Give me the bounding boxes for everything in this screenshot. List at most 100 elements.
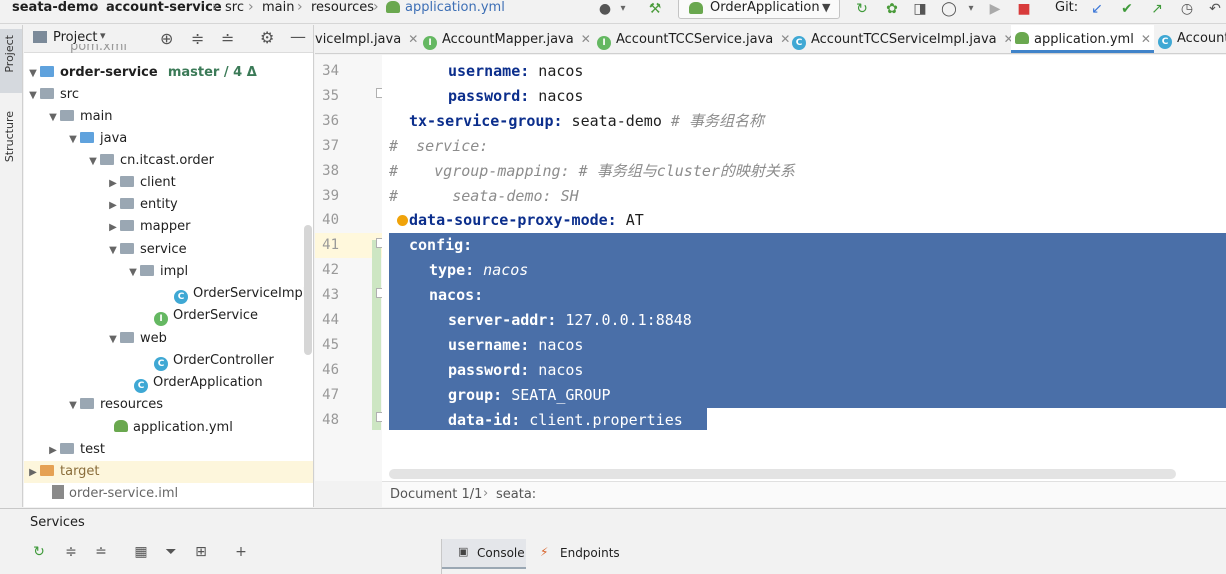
code-line-46[interactable]: password: nacos — [448, 358, 583, 383]
breadcrumb-key[interactable]: seata: — [496, 487, 536, 502]
tree-item-iml[interactable]: order-service.iml — [52, 483, 178, 505]
push-icon[interactable]: ↗ — [1148, 1, 1166, 17]
chevron-right-icon[interactable]: ▶ — [106, 195, 120, 217]
horizontal-scrollbar[interactable] — [389, 469, 1176, 479]
hide-panel-icon[interactable]: — — [290, 27, 306, 46]
tree-item-entity[interactable]: ▶ entity — [106, 194, 178, 216]
tree-item-orderapplication[interactable]: C OrderApplication — [134, 372, 263, 394]
project-tool-tab[interactable]: Project — [0, 29, 22, 93]
tree-item-order-service[interactable]: ▼ order-service master / 4 Δ — [26, 62, 257, 84]
group-by-icon[interactable]: ▦ — [132, 543, 150, 561]
chevron-right-icon[interactable]: ▶ — [106, 173, 120, 195]
tree-item-client[interactable]: ▶ client — [106, 172, 176, 194]
chevron-down-icon[interactable]: ▾ — [614, 1, 632, 17]
code-line-45[interactable]: username: nacos — [448, 333, 583, 358]
breadcrumb-module[interactable]: account-service — [106, 0, 222, 22]
vcs-added-marker[interactable] — [372, 240, 381, 430]
run-configuration-select[interactable]: OrderApplication ▼ — [678, 0, 840, 19]
chevron-down-icon[interactable]: ▼ — [26, 85, 40, 107]
run-icon[interactable]: ▶ — [986, 1, 1004, 17]
chevron-down-icon[interactable]: ▼ — [26, 63, 40, 85]
tab-accounttccservice[interactable]: I AccountTCCService.java ✕ — [597, 25, 790, 53]
gear-icon[interactable]: ⚙ — [260, 28, 274, 47]
hammer-build-icon[interactable]: ⚒ — [646, 1, 664, 17]
code-line-47[interactable]: group: SEATA_GROUP — [448, 383, 611, 408]
chevron-down-icon[interactable]: ▾ — [100, 29, 106, 42]
tree-item-application-yml[interactable]: application.yml — [114, 417, 233, 439]
tree-item-orderserviceimpl[interactable]: C OrderServiceImpl — [174, 283, 306, 305]
tree-item-main[interactable]: ▼ main — [46, 106, 112, 128]
chevron-down-icon[interactable]: ▼ — [66, 129, 80, 151]
code-line-36[interactable]: tx-service-group: seata-demo # 事务组名称 — [409, 109, 764, 134]
code-line-38[interactable]: # vgroup-mapping: # 事务组与cluster的映射关系 — [389, 159, 795, 184]
tree-item-pom[interactable]: pom.xml — [70, 44, 127, 56]
chevron-down-icon[interactable]: ▼ — [106, 329, 120, 351]
tab-accountmapper[interactable]: I AccountMapper.java ✕ — [423, 25, 593, 53]
code-line-48[interactable]: data-id: client.properties — [448, 408, 683, 433]
tab-application-yml[interactable]: application.yml ✕ — [1011, 25, 1154, 53]
tree-item-mapper[interactable]: ▶ mapper — [106, 216, 190, 238]
tree-item-impl[interactable]: ▼ impl — [126, 261, 188, 283]
tree-item-target[interactable]: ▶ target — [24, 461, 313, 484]
update-project-icon[interactable]: ↙ — [1088, 1, 1106, 17]
coverage-icon[interactable]: ◨ — [911, 1, 929, 17]
chevron-right-icon[interactable]: ▶ — [26, 462, 40, 484]
refresh-icon[interactable]: ↻ — [30, 543, 48, 561]
expand-all-icon[interactable]: ≑ — [191, 29, 204, 48]
user-icon[interactable]: ● — [596, 1, 614, 17]
tree-item-package[interactable]: ▼ cn.itcast.order — [86, 150, 214, 172]
tree-item-src[interactable]: ▼ src — [26, 84, 79, 106]
chevron-down-icon[interactable]: ▼ — [86, 151, 100, 173]
close-icon[interactable]: ✕ — [408, 32, 418, 46]
tree-item-resources[interactable]: ▼ resources — [66, 394, 163, 416]
stop-icon[interactable]: ■ — [1015, 1, 1033, 17]
close-icon[interactable]: ✕ — [581, 32, 591, 46]
breadcrumb-file[interactable]: application.yml — [405, 0, 505, 22]
expand-all-icon[interactable]: ≑ — [62, 543, 80, 561]
chevron-down-icon[interactable]: ▼ — [126, 262, 140, 284]
code-line-39[interactable]: # seata-demo: SH — [389, 184, 579, 209]
structure-tool-tab[interactable]: Structure — [0, 107, 22, 177]
tree-scrollbar[interactable] — [304, 225, 312, 355]
close-icon[interactable]: ✕ — [1141, 32, 1151, 46]
chevron-down-icon[interactable]: ▼ — [106, 240, 120, 262]
tab-serviceimpl[interactable]: viceImpl.java ✕ — [315, 25, 418, 53]
rerun-icon[interactable]: ↻ — [853, 1, 871, 17]
locate-file-icon[interactable]: ⊕ — [160, 29, 173, 48]
filter-icon[interactable]: ⏷ — [162, 543, 180, 561]
tab-account[interactable]: C Account — [1158, 25, 1226, 53]
tree-item-test[interactable]: ▶ test — [46, 439, 105, 461]
tree-item-orderservice[interactable]: I OrderService — [154, 305, 258, 327]
breadcrumb-main[interactable]: main — [262, 0, 294, 22]
code-line-42[interactable]: type: nacos — [429, 258, 528, 283]
tree-item-web[interactable]: ▼ web — [106, 328, 167, 350]
tab-accounttccserviceimpl[interactable]: C AccountTCCServiceImpl.java ✕ — [792, 25, 1014, 53]
close-icon[interactable]: ✕ — [780, 32, 790, 46]
new-service-icon[interactable]: ⊞ — [192, 543, 210, 561]
breadcrumb-src[interactable]: src — [225, 0, 244, 22]
chevron-down-icon[interactable]: ▼ — [66, 395, 80, 417]
collapse-all-icon[interactable]: ≐ — [92, 543, 110, 561]
rollback-icon[interactable]: ↶ — [1206, 1, 1224, 17]
code-line-35[interactable]: password: nacos — [448, 84, 583, 109]
breadcrumb-project[interactable]: seata-demo — [12, 0, 98, 22]
commit-icon[interactable]: ✔ — [1118, 1, 1136, 17]
history-icon[interactable]: ◷ — [1178, 1, 1196, 17]
code-line-41[interactable]: config: — [409, 233, 472, 258]
chevron-down-icon[interactable]: ▾ — [962, 1, 980, 17]
code-line-40[interactable]: data-source-proxy-mode: AT — [409, 208, 644, 233]
breadcrumb-document[interactable]: Document 1/1 — [390, 487, 482, 502]
profile-icon[interactable]: ◯ — [940, 1, 958, 17]
intention-bulb-icon[interactable] — [397, 215, 408, 226]
chevron-right-icon[interactable]: ▶ — [46, 440, 60, 462]
add-icon[interactable]: + — [232, 543, 250, 561]
code-editor[interactable]: username: nacos password: nacos tx-servi… — [382, 55, 1226, 481]
tree-item-java[interactable]: ▼ java — [66, 128, 127, 150]
code-line-44[interactable]: server-addr: 127.0.0.1:8848 — [448, 308, 692, 333]
code-line-43[interactable]: nacos: — [429, 283, 483, 308]
code-line-37[interactable]: # service: — [389, 134, 488, 159]
debug-icon[interactable]: ✿ — [883, 1, 901, 17]
breadcrumb-resources[interactable]: resources — [311, 0, 374, 22]
chevron-right-icon[interactable]: ▶ — [106, 217, 120, 239]
tab-console[interactable]: ▣ Console — [442, 539, 526, 569]
